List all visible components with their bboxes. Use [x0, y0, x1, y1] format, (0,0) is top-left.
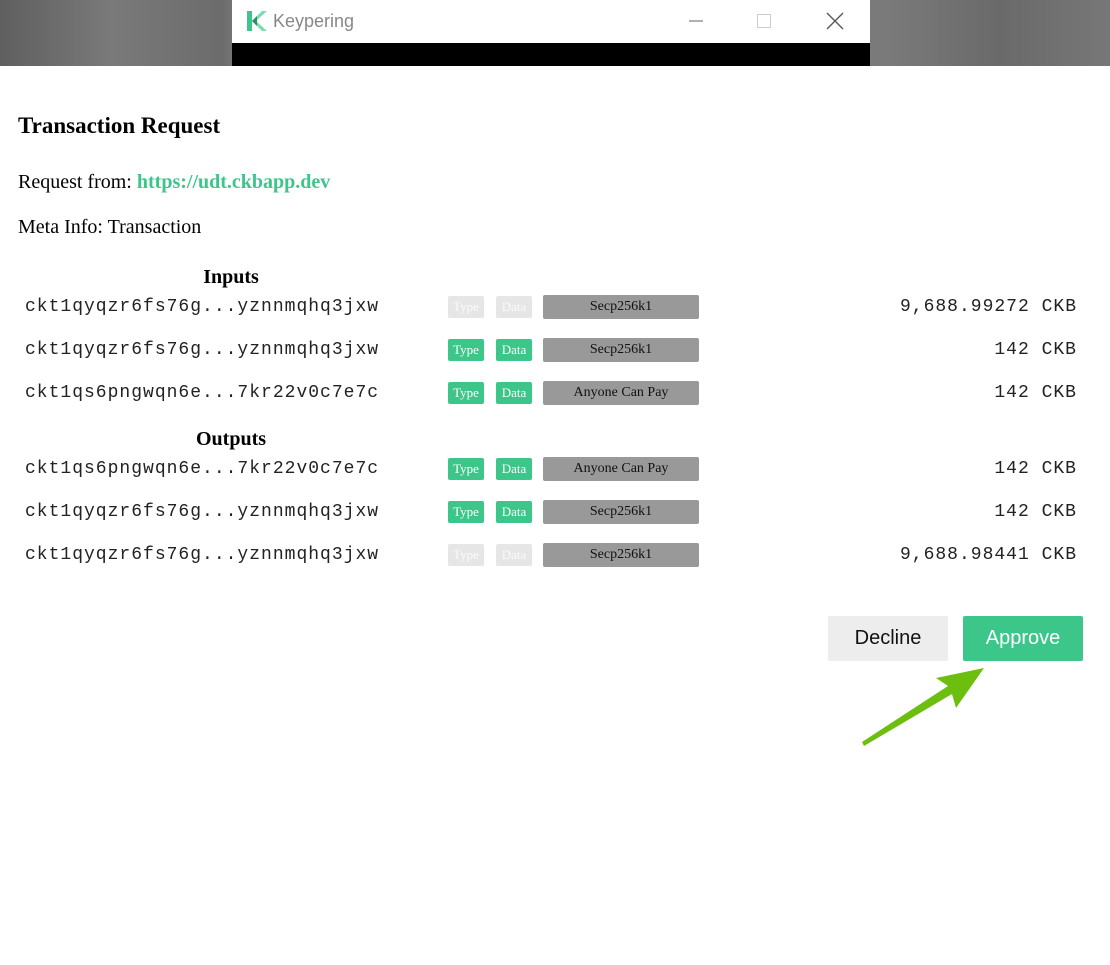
lock-script-badge: Anyone Can Pay — [543, 381, 699, 405]
maximize-icon — [757, 14, 771, 28]
outputs-heading: Outputs — [195, 428, 267, 450]
maximize-button[interactable] — [741, 6, 787, 36]
lock-script-badge: Anyone Can Pay — [543, 457, 699, 481]
output-row: ckt1qyqzr6fs76g...yznnmqhq3jxw Type Data Se… — [0, 542, 1110, 568]
window-titlebar[interactable]: Keypering — [232, 0, 870, 43]
window-menu-bar — [232, 43, 870, 66]
cell-address: ckt1qyqzr6fs76g...yznnmqhq3jxw — [25, 545, 380, 565]
request-from: Request from: https://udt.ckbapp.dev — [18, 171, 330, 194]
keypering-logo-icon — [244, 9, 268, 33]
cell-amount: 142 CKB — [994, 502, 1077, 522]
cell-amount: 142 CKB — [994, 340, 1077, 360]
cell-amount: 9,688.99272 CKB — [899, 297, 1077, 317]
type-tag[interactable]: Type — [448, 458, 484, 480]
request-from-link[interactable]: https://udt.ckbapp.dev — [137, 171, 330, 193]
type-tag[interactable]: Type — [448, 382, 484, 404]
meta-info: Meta Info: Transaction — [18, 216, 202, 238]
input-row: ckt1qs6pngwqn6e...7kr22v0c7e7c Type Data An… — [0, 380, 1110, 406]
inputs-heading: Inputs — [203, 266, 259, 288]
cell-address: ckt1qyqzr6fs76g...yznnmqhq3jxw — [25, 502, 380, 522]
pointer-arrow-icon — [862, 668, 984, 746]
data-tag[interactable]: Data — [496, 382, 532, 404]
data-tag[interactable]: Data — [496, 339, 532, 361]
type-tag[interactable]: Type — [448, 501, 484, 523]
cell-amount: 9,688.98441 CKB — [899, 545, 1077, 565]
page-title: Transaction Request — [18, 113, 221, 138]
type-tag[interactable]: Type — [448, 339, 484, 361]
type-tag[interactable]: Type — [448, 296, 484, 318]
output-row: ckt1qyqzr6fs76g...yznnmqhq3jxw Type Data Se… — [0, 499, 1110, 525]
output-row: ckt1qs6pngwqn6e...7kr22v0c7e7c Type Data An… — [0, 456, 1110, 482]
minimize-icon — [689, 20, 703, 22]
cell-amount: 142 CKB — [994, 459, 1077, 479]
cell-address: ckt1qs6pngwqn6e...7kr22v0c7e7c — [25, 383, 380, 403]
lock-script-badge: Secp256k1 — [543, 543, 699, 567]
approve-button[interactable]: Approve — [963, 616, 1083, 661]
data-tag[interactable]: Data — [496, 544, 532, 566]
minimize-button[interactable] — [673, 6, 719, 36]
close-button[interactable] — [812, 6, 858, 36]
decline-button[interactable]: Decline — [828, 616, 948, 661]
cell-address: ckt1qyqzr6fs76g...yznnmqhq3jxw — [25, 340, 380, 360]
lock-script-badge: Secp256k1 — [543, 500, 699, 524]
input-row: ckt1qyqzr6fs76g...yznnmqhq3jxw Type Data Se… — [0, 294, 1110, 320]
data-tag[interactable]: Data — [496, 296, 532, 318]
data-tag[interactable]: Data — [496, 458, 532, 480]
request-from-label: Request from: — [18, 171, 132, 193]
transaction-request-panel: Transaction Request Request from: https:… — [0, 66, 1110, 965]
close-icon — [826, 12, 844, 30]
data-tag[interactable]: Data — [496, 501, 532, 523]
cell-address: ckt1qs6pngwqn6e...7kr22v0c7e7c — [25, 459, 380, 479]
lock-script-badge: Secp256k1 — [543, 338, 699, 362]
input-row: ckt1qyqzr6fs76g...yznnmqhq3jxw Type Data Se… — [0, 337, 1110, 363]
lock-script-badge: Secp256k1 — [543, 295, 699, 319]
cell-address: ckt1qyqzr6fs76g...yznnmqhq3jxw — [25, 297, 380, 317]
app-title: Keypering — [273, 11, 355, 31]
type-tag[interactable]: Type — [448, 544, 484, 566]
cell-amount: 142 CKB — [994, 383, 1077, 403]
